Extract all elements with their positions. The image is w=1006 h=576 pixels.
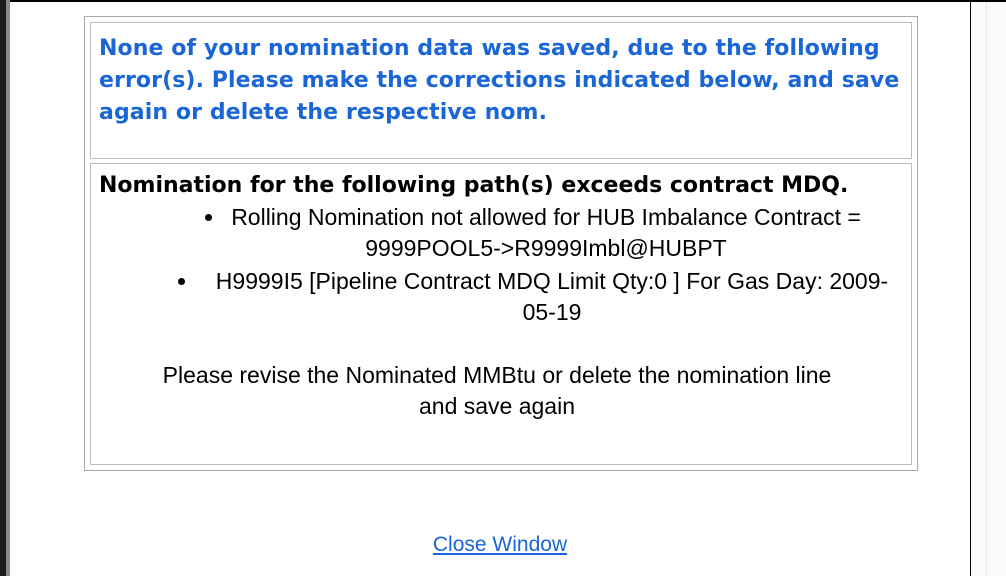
- window-left-frame-shadow: [6, 0, 10, 576]
- error-item-text: H9999I5 [Pipeline Contract MDQ Limit Qty…: [215, 268, 889, 325]
- window-top-border: [0, 0, 1006, 2]
- error-list-item: Rolling Nomination not allowed for HUB I…: [205, 202, 863, 264]
- error-list-item: H9999I5 [Pipeline Contract MDQ Limit Qty…: [178, 266, 902, 328]
- error-header-message: None of your nomination data was saved, …: [99, 36, 900, 125]
- error-details-cell: Nomination for the following path(s) exc…: [90, 163, 912, 465]
- error-message-table: None of your nomination data was saved, …: [84, 16, 918, 471]
- bullet-icon: [205, 214, 212, 221]
- bullet-icon: [178, 278, 185, 285]
- close-window-link[interactable]: Close Window: [0, 533, 1000, 557]
- error-list: Rolling Nomination not allowed for HUB I…: [99, 202, 903, 328]
- page: None of your nomination data was saved, …: [0, 0, 1006, 576]
- scrollbar-track[interactable]: [971, 2, 1006, 576]
- error-header-cell: None of your nomination data was saved, …: [90, 22, 912, 159]
- error-summary: Nomination for the following path(s) exc…: [99, 173, 849, 198]
- revise-instruction: Please revise the Nominated MMBtu or del…: [162, 362, 832, 419]
- scrollbar-track-edge: [986, 2, 987, 576]
- error-item-text: Rolling Nomination not allowed for HUB I…: [231, 204, 861, 261]
